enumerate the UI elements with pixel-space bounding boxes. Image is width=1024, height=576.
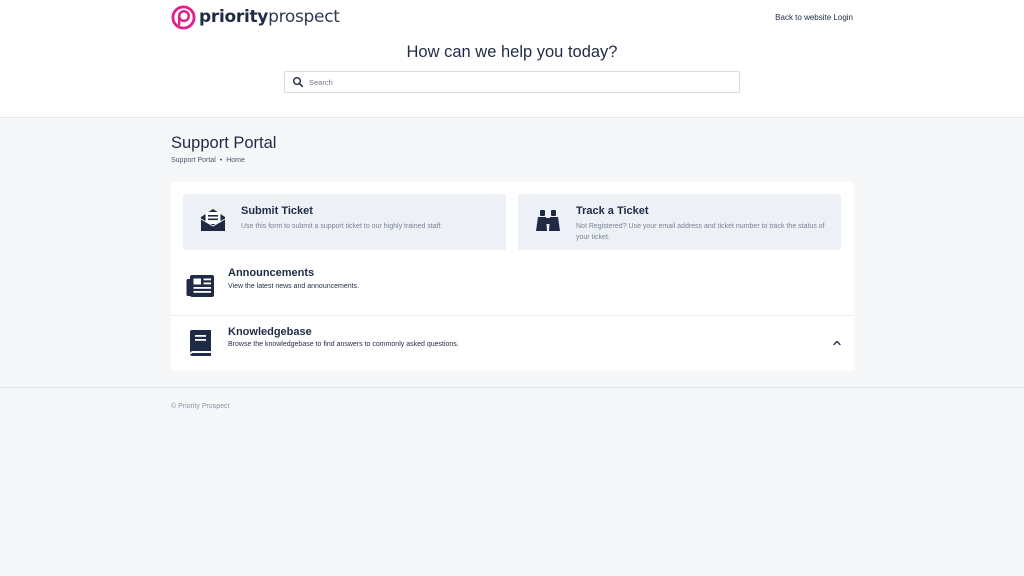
track-ticket-description: Not Registered? Use your email address a… (576, 223, 825, 241)
logo[interactable]: priorityprospect (171, 4, 340, 30)
newspaper-icon (186, 275, 214, 297)
track-ticket-card[interactable]: Track a Ticket Not Registered? Use your … (518, 194, 841, 250)
announcements-row[interactable]: Announcements View the latest news and a… (171, 260, 854, 316)
submit-ticket-description: Use this form to submit a support ticket… (241, 223, 443, 230)
search-input[interactable] (309, 77, 729, 87)
chevron-up-icon[interactable] (832, 338, 842, 348)
search-icon (293, 77, 304, 88)
submit-ticket-title: Submit Ticket (241, 205, 313, 217)
logo-text: priorityprospect (199, 7, 340, 27)
breadcrumb-separator: • (219, 157, 223, 164)
announcements-title: Announcements (228, 267, 315, 279)
breadcrumb-item-support-portal[interactable]: Support Portal (171, 157, 216, 164)
help-heading: How can we help you today? (406, 43, 618, 61)
logo-text-bold: priority (199, 7, 269, 27)
knowledgebase-description: Browse the knowledgebase to find answers… (228, 341, 459, 348)
binoculars-icon (536, 210, 560, 231)
knowledgebase-row[interactable]: Knowledgebase Browse the knowledgebase t… (171, 315, 854, 371)
search-bar[interactable] (284, 71, 740, 93)
announcements-description: View the latest news and announcements. (228, 283, 360, 290)
copyright-text: © Priority Prospect (171, 403, 230, 410)
support-options-panel: Submit Ticket Use this form to submit a … (171, 182, 854, 371)
back-to-website-link[interactable]: Back to website Login (775, 13, 853, 22)
site-header: priorityprospect Back to website Login H… (0, 0, 1024, 118)
envelope-open-icon (200, 209, 226, 231)
book-icon (190, 330, 211, 356)
breadcrumb-item-home[interactable]: Home (226, 157, 245, 164)
knowledgebase-title: Knowledgebase (228, 326, 312, 338)
page-title: Support Portal (171, 134, 277, 152)
logo-text-light: prospect (268, 7, 340, 27)
priority-prospect-logo-icon (171, 4, 196, 30)
footer-divider (0, 387, 1024, 388)
track-ticket-title: Track a Ticket (576, 205, 649, 217)
breadcrumb: Support Portal • Home (171, 157, 245, 164)
submit-ticket-card[interactable]: Submit Ticket Use this form to submit a … (183, 194, 506, 250)
